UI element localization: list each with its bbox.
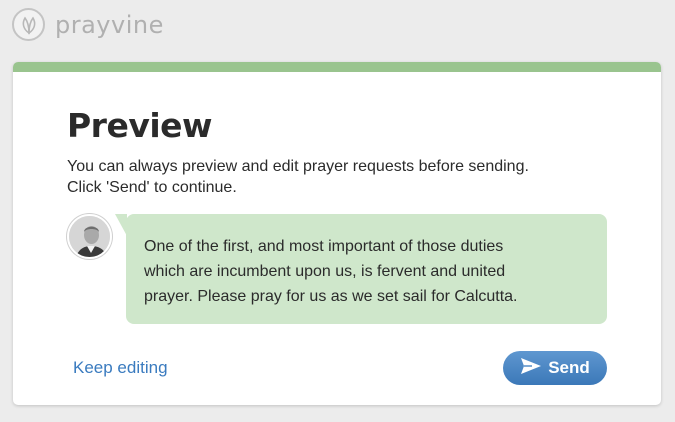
keep-editing-link[interactable]: Keep editing bbox=[73, 358, 168, 378]
dialog-accent-bar bbox=[13, 62, 661, 72]
message-line: which are incumbent upon us, is fervent … bbox=[144, 263, 506, 280]
description-line: Click 'Send' to continue. bbox=[67, 179, 237, 196]
paper-plane-icon bbox=[520, 357, 542, 380]
send-label: Send bbox=[548, 358, 590, 377]
send-button[interactable]: Send bbox=[503, 351, 607, 385]
avatar bbox=[67, 214, 112, 259]
page-title: Preview bbox=[67, 106, 213, 145]
dialog-description: You can always preview and edit prayer r… bbox=[67, 156, 627, 198]
message-line: One of the first, and most important of … bbox=[144, 238, 504, 255]
brand: prayvine bbox=[12, 8, 164, 41]
message-line: prayer. Please pray for us as we set sai… bbox=[144, 288, 518, 305]
brand-name: prayvine bbox=[55, 10, 164, 39]
message-text: One of the first, and most important of … bbox=[144, 234, 587, 309]
description-line: You can always preview and edit prayer r… bbox=[67, 158, 529, 175]
leaf-icon bbox=[12, 8, 45, 41]
preview-dialog: Preview You can always preview and edit … bbox=[13, 62, 661, 405]
message-bubble: One of the first, and most important of … bbox=[115, 214, 607, 324]
